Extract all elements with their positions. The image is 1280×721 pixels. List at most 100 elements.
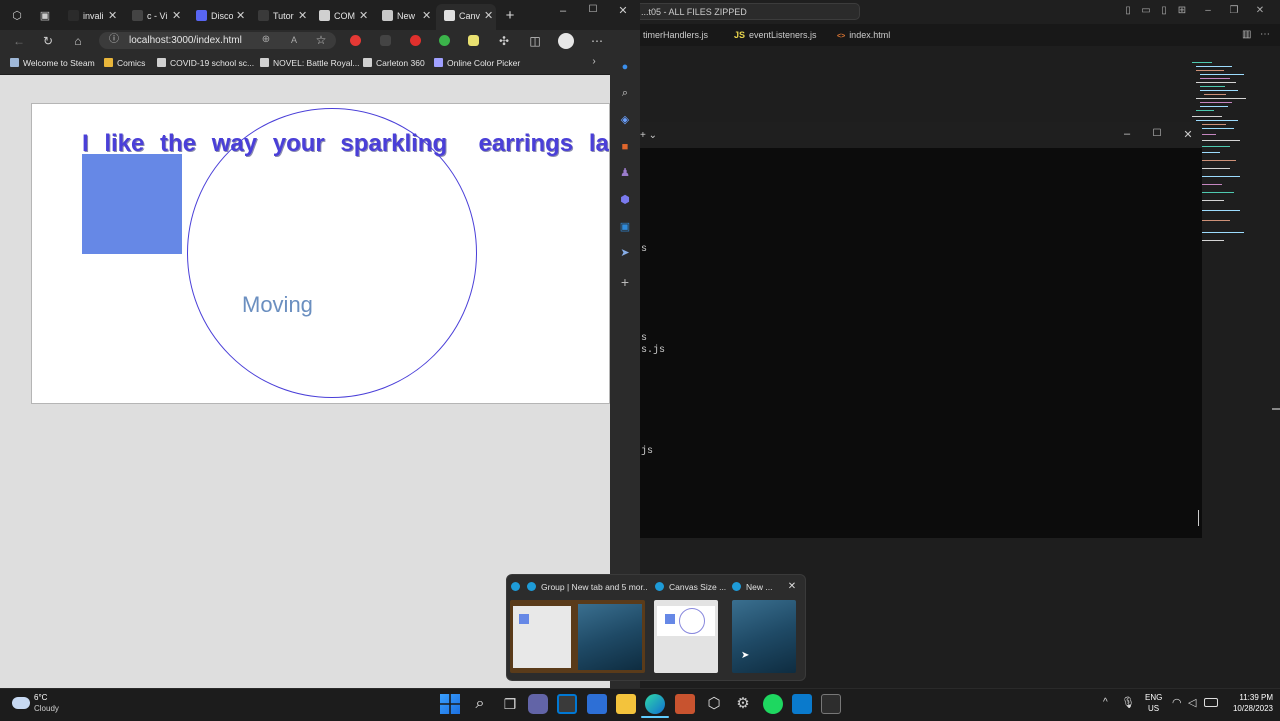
editor-tab[interactable]: timerHandlers.js bbox=[643, 24, 708, 46]
close-tab-icon[interactable]: ✕ bbox=[484, 4, 493, 28]
search-icon[interactable]: ⌕ bbox=[470, 694, 490, 714]
extension-icon[interactable] bbox=[468, 35, 479, 46]
drop-icon[interactable]: ➤ bbox=[617, 245, 633, 261]
browser-tab[interactable]: invali ✕ bbox=[60, 4, 120, 28]
bookmark-item[interactable]: NOVEL: Battle Royal... bbox=[260, 52, 359, 74]
refresh-icon[interactable]: ↻ bbox=[40, 33, 56, 49]
settings-gear-icon[interactable]: ⚙ bbox=[733, 694, 753, 714]
profile-avatar[interactable] bbox=[558, 33, 574, 49]
close-tab-icon[interactable]: ✕ bbox=[108, 4, 117, 28]
teams-icon[interactable] bbox=[528, 694, 548, 714]
close-icon[interactable]: ✕ bbox=[1254, 5, 1266, 17]
zoom-icon[interactable]: ⊕ bbox=[260, 34, 272, 46]
clock-time[interactable]: 11:39 PM bbox=[1228, 693, 1273, 703]
minimize-icon[interactable]: – bbox=[1202, 5, 1214, 17]
region-label[interactable]: US bbox=[1148, 704, 1159, 714]
close-tab-icon[interactable]: ✕ bbox=[422, 4, 431, 28]
outlook-icon[interactable]: ▣ bbox=[617, 219, 633, 235]
browser-tab[interactable]: Tutor ✕ bbox=[250, 4, 310, 28]
battery-icon[interactable] bbox=[1204, 698, 1218, 707]
new-tab-icon[interactable]: + bbox=[502, 8, 518, 24]
close-tab-icon[interactable]: ✕ bbox=[359, 4, 368, 28]
terminal-maximize-icon[interactable]: ☐ bbox=[1150, 128, 1164, 139]
tray-overflow-icon[interactable]: ^ bbox=[1103, 697, 1108, 708]
restore-icon[interactable]: ❐ bbox=[1228, 5, 1240, 17]
close-tab-icon[interactable]: ✕ bbox=[236, 4, 245, 28]
browser-tab[interactable]: c - Vi ✕ bbox=[124, 4, 184, 28]
close-preview-icon[interactable]: ✕ bbox=[786, 580, 798, 594]
terminal-window[interactable] bbox=[640, 122, 1202, 538]
bookmark-item[interactable]: Online Color Picker bbox=[434, 52, 520, 74]
wifi-icon[interactable]: ◠ bbox=[1172, 696, 1182, 709]
vscode-command-center[interactable]: ...t05 - ALL FILES ZIPPED bbox=[635, 3, 860, 20]
layout-panel-icon[interactable]: ▭ bbox=[1140, 5, 1152, 17]
app-icon[interactable] bbox=[587, 694, 607, 714]
layout-sidebar-icon[interactable]: ▯ bbox=[1158, 5, 1170, 17]
weather-desc[interactable]: Cloudy bbox=[34, 704, 59, 714]
workspaces-icon[interactable]: ⬡ bbox=[10, 9, 24, 23]
ublock-extension-icon[interactable] bbox=[350, 35, 361, 46]
toolbox-icon[interactable]: ■ bbox=[617, 139, 633, 155]
search-icon[interactable]: ⌕ bbox=[617, 85, 633, 101]
settings-more-icon[interactable]: ⋯ bbox=[589, 33, 605, 49]
more-actions-icon[interactable]: ⋯ bbox=[1260, 29, 1272, 41]
bookmark-item[interactable]: Comics bbox=[104, 52, 145, 74]
extension-icon[interactable] bbox=[439, 35, 450, 46]
browser-tab-active[interactable]: Canv ✕ bbox=[436, 4, 496, 30]
volume-icon[interactable]: ◁ bbox=[1188, 696, 1196, 709]
clock-date[interactable]: 10/28/2023 bbox=[1222, 704, 1273, 714]
bell-icon[interactable]: ● bbox=[617, 59, 633, 75]
file-explorer-icon[interactable] bbox=[616, 694, 636, 714]
m365-icon[interactable]: ⬢ bbox=[617, 192, 633, 208]
vscode-icon[interactable] bbox=[792, 694, 812, 714]
terminal-icon[interactable] bbox=[821, 694, 841, 714]
terminal-close-icon[interactable]: ✕ bbox=[1181, 128, 1195, 141]
preview-thumbnail[interactable] bbox=[510, 600, 645, 673]
bookmark-item[interactable]: COVID-19 school sc... bbox=[157, 52, 254, 74]
preview-title[interactable]: Group | New tab and 5 mor... bbox=[527, 580, 647, 594]
layout-toggle-icon[interactable]: ▯ bbox=[1122, 5, 1134, 17]
store-icon[interactable] bbox=[557, 694, 577, 714]
close-tab-icon[interactable]: ✕ bbox=[172, 4, 181, 28]
bookmark-item[interactable]: Welcome to Steam bbox=[10, 52, 95, 74]
weather-temp[interactable]: 6°C bbox=[34, 693, 47, 703]
browser-tab[interactable]: New ✕ bbox=[374, 4, 434, 28]
preview-thumbnail[interactable] bbox=[732, 600, 796, 673]
tab-actions-icon[interactable]: ▣ bbox=[38, 9, 52, 23]
close-tab-icon[interactable]: ✕ bbox=[298, 4, 307, 28]
customize-layout-icon[interactable]: ⊞ bbox=[1176, 5, 1188, 17]
editor-tab[interactable]: <> index.html bbox=[837, 24, 890, 46]
split-editor-icon[interactable]: ▥ bbox=[1242, 29, 1254, 41]
browser-close-icon[interactable]: ✕ bbox=[616, 4, 630, 17]
language-label[interactable]: ENG bbox=[1145, 693, 1162, 703]
browser-maximize-icon[interactable]: ☐ bbox=[586, 4, 600, 15]
bookmark-item[interactable]: Carleton 360 bbox=[363, 52, 425, 74]
extension-icon[interactable] bbox=[380, 35, 391, 46]
paint-icon[interactable] bbox=[675, 694, 695, 714]
browser-tab[interactable]: COM ✕ bbox=[311, 4, 371, 28]
read-aloud-icon[interactable]: A bbox=[288, 34, 300, 46]
split-screen-icon[interactable]: ◫ bbox=[527, 33, 543, 49]
games-icon[interactable]: ♟ bbox=[617, 165, 633, 181]
favorite-star-icon[interactable]: ☆ bbox=[314, 33, 328, 47]
info-icon[interactable]: ⓘ bbox=[108, 34, 120, 46]
bookmarks-overflow-icon[interactable]: › bbox=[588, 56, 600, 67]
back-icon[interactable]: ← bbox=[11, 33, 27, 49]
browser-tab[interactable]: Disco ✕ bbox=[188, 4, 248, 28]
scrollbar-thumb[interactable] bbox=[1272, 408, 1280, 410]
task-view-icon[interactable]: ❐ bbox=[500, 694, 520, 714]
preview-title[interactable]: Canvas Size ... bbox=[655, 580, 727, 594]
cloud-icon[interactable] bbox=[12, 697, 30, 709]
add-icon[interactable]: + bbox=[617, 274, 633, 290]
cube-icon[interactable]: ⬡ bbox=[704, 694, 724, 714]
edge-icon[interactable] bbox=[645, 694, 665, 714]
home-icon[interactable]: ⌂ bbox=[70, 33, 86, 49]
editor-tab[interactable]: JS eventListeners.js bbox=[734, 24, 817, 46]
address-bar[interactable]: localhost:3000/index.html bbox=[99, 32, 336, 49]
extensions-puzzle-icon[interactable]: ✣ bbox=[496, 33, 512, 49]
extension-icon[interactable] bbox=[410, 35, 421, 46]
terminal-tab-controls[interactable]: + ⌄ bbox=[640, 130, 657, 142]
tag-icon[interactable]: ◈ bbox=[617, 112, 633, 128]
preview-title[interactable]: New ... bbox=[732, 580, 778, 594]
preview-thumbnail[interactable] bbox=[654, 600, 718, 673]
